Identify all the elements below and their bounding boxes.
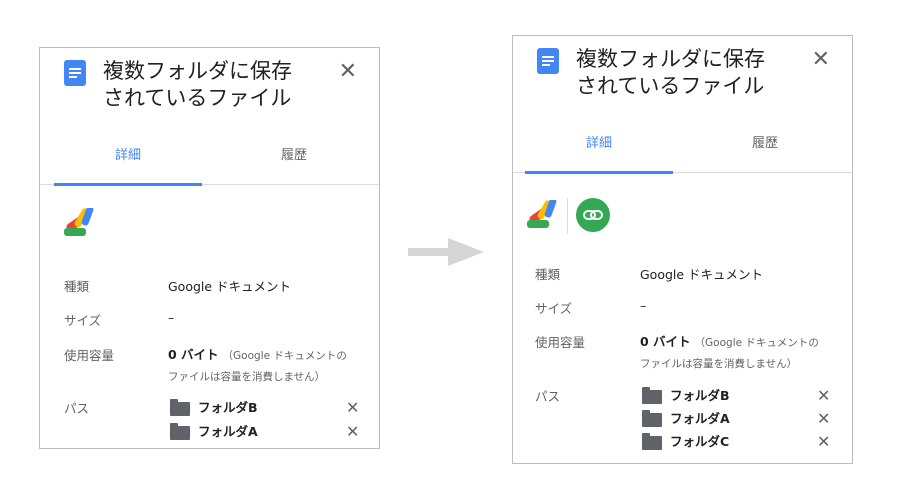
folder-icon — [642, 386, 662, 404]
link-button[interactable] — [576, 198, 610, 232]
tab-active-indicator — [525, 171, 673, 174]
tab-history[interactable]: 履歴 — [220, 140, 368, 184]
panel-header: 複数フォルダに保存 されているファイル ✕ — [513, 36, 852, 126]
type-value: Google ドキュメント — [168, 279, 292, 294]
usage-note-1: （Google ドキュメントの — [694, 337, 819, 349]
folder-row[interactable]: フォルダB — [170, 398, 258, 418]
usage-value-block: 0 バイト （Google ドキュメントの ファイルは容量を消費しません） — [168, 345, 373, 387]
folder-row[interactable]: フォルダA — [170, 422, 258, 442]
folder-icon — [642, 432, 662, 450]
divider — [567, 198, 568, 234]
file-details-panel-before: 複数フォルダに保存 されているファイル ✕ 詳細 履歴 種類 Google ドキ… — [39, 47, 380, 449]
remove-folder-icon[interactable]: ✕ — [346, 422, 359, 442]
folder-icon — [170, 398, 190, 416]
file-details-panel-after: 複数フォルダに保存 されているファイル ✕ 詳細 履歴 種類 Google ドキ… — [512, 35, 853, 464]
type-value: Google ドキュメント — [640, 267, 764, 282]
title-line-1: 複数フォルダに保存 — [576, 47, 765, 71]
folder-name: フォルダB — [198, 400, 258, 415]
folder-name: フォルダA — [670, 411, 730, 426]
usage-value: 0 バイト — [640, 334, 691, 349]
remove-folder-icon[interactable]: ✕ — [817, 409, 830, 429]
panel-header: 複数フォルダに保存 されているファイル ✕ — [40, 48, 379, 138]
type-label: 種類 — [535, 267, 561, 282]
usage-value: 0 バイト — [168, 347, 219, 362]
size-value: – — [168, 310, 175, 325]
path-label: パス — [64, 401, 90, 416]
usage-note-2: ファイルは容量を消費しません） — [168, 371, 326, 383]
tab-active-indicator — [54, 183, 202, 186]
file-title: 複数フォルダに保存 されているファイル — [103, 58, 313, 112]
title-line-2: されているファイル — [576, 74, 765, 98]
remove-folder-icon[interactable]: ✕ — [817, 386, 830, 406]
google-docs-icon — [537, 48, 559, 74]
close-icon[interactable]: ✕ — [812, 49, 830, 71]
link-icon — [583, 210, 603, 220]
remove-folder-icon[interactable]: ✕ — [346, 398, 359, 418]
tab-bar: 詳細 履歴 — [40, 140, 379, 186]
usage-value-block: 0 バイト （Google ドキュメントの ファイルは容量を消費しません） — [640, 332, 845, 374]
remove-folder-icon[interactable]: ✕ — [817, 432, 830, 452]
size-label: サイズ — [535, 301, 573, 316]
folder-row[interactable]: フォルダA — [642, 409, 730, 429]
folder-icon — [170, 422, 190, 440]
apps-script-icon — [64, 208, 94, 236]
folder-name: フォルダC — [670, 434, 730, 449]
tab-history[interactable]: 履歴 — [691, 128, 839, 172]
google-docs-icon — [64, 60, 86, 86]
usage-label: 使用容量 — [64, 348, 115, 363]
tab-bar: 詳細 履歴 — [513, 128, 852, 174]
folder-row[interactable]: フォルダC — [642, 432, 729, 452]
tab-details[interactable]: 詳細 — [525, 128, 673, 172]
folder-name: フォルダB — [670, 388, 730, 403]
file-title: 複数フォルダに保存 されているファイル — [576, 46, 786, 100]
usage-label: 使用容量 — [535, 335, 586, 350]
folder-icon — [642, 409, 662, 427]
title-line-1: 複数フォルダに保存 — [103, 59, 292, 83]
title-line-2: されているファイル — [103, 86, 292, 110]
close-icon[interactable]: ✕ — [339, 61, 357, 83]
tab-details[interactable]: 詳細 — [54, 140, 202, 184]
size-value: – — [640, 298, 647, 313]
usage-note-2: ファイルは容量を消費しません） — [640, 358, 798, 370]
right-arrow-icon — [408, 238, 484, 266]
path-label: パス — [535, 389, 561, 404]
usage-note-1: （Google ドキュメントの — [222, 350, 347, 362]
apps-script-icon — [527, 200, 557, 228]
folder-row[interactable]: フォルダB — [642, 386, 730, 406]
type-label: 種類 — [64, 279, 90, 294]
folder-name: フォルダA — [198, 424, 258, 439]
size-label: サイズ — [64, 313, 102, 328]
